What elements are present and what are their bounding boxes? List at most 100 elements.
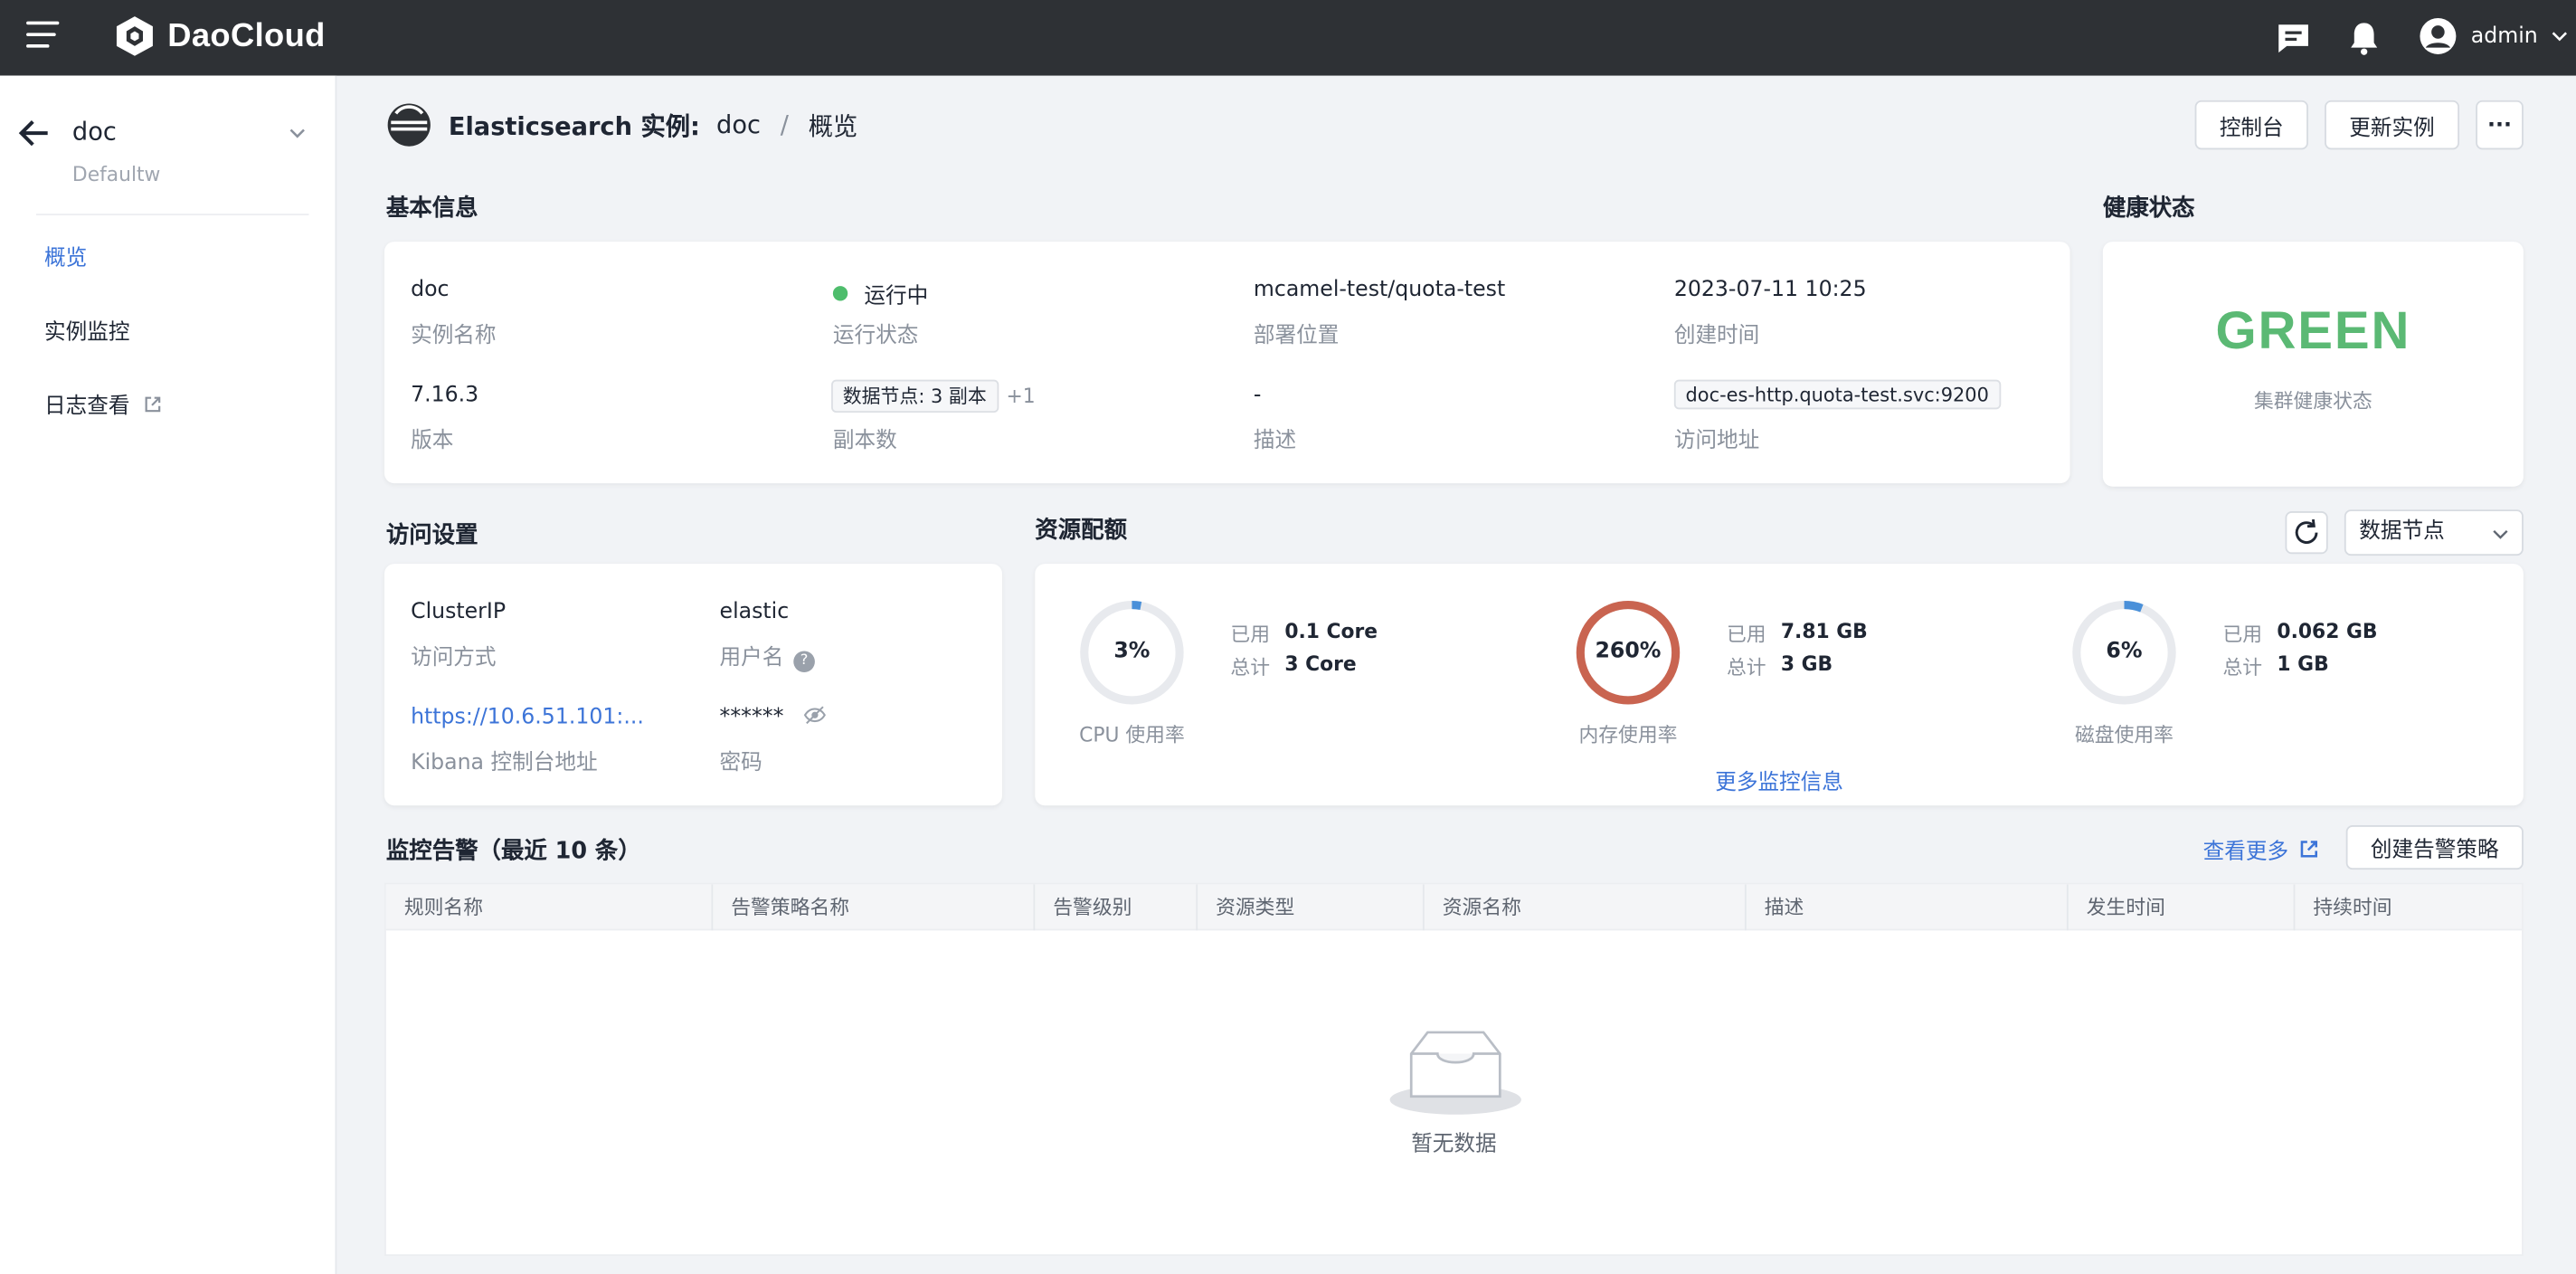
view-more-link[interactable]: 查看更多	[2203, 833, 2320, 865]
message-icon[interactable]	[2274, 18, 2314, 58]
breadcrumb-instance[interactable]: doc	[716, 110, 761, 140]
breadcrumb-separator: /	[780, 109, 789, 140]
alerts-table: 规则名称 告警策略名称 告警级别 资源类型 资源名称 描述 发生时间 持续时间 …	[384, 882, 2524, 1257]
health-label: 集群健康状态	[2253, 389, 2372, 414]
instance-name-value: doc	[411, 278, 450, 303]
external-link-icon	[2300, 841, 2318, 858]
node-type-select[interactable]: 数据节点	[2344, 509, 2524, 556]
column-header[interactable]: 告警级别	[1033, 884, 1196, 931]
refresh-icon	[2295, 518, 2318, 544]
external-link-icon	[145, 395, 161, 412]
column-header[interactable]: 告警策略名称	[711, 884, 1033, 931]
column-header[interactable]: 持续时间	[2293, 884, 2522, 931]
empty-state-text: 暂无数据	[1411, 1132, 1497, 1158]
disk-total-value: 1 GB	[2277, 652, 2329, 676]
elasticsearch-icon	[387, 103, 431, 147]
chevron-down-icon[interactable]	[288, 123, 308, 143]
sidebar-item-monitor[interactable]: 实例监控	[44, 314, 129, 345]
refresh-button[interactable]	[2285, 511, 2328, 555]
user-menu[interactable]: admin	[2419, 16, 2568, 56]
cpu-used-value: 0.1 Core	[1284, 619, 1378, 643]
disk-used-value: 0.062 GB	[2277, 619, 2378, 643]
access-method-label: 访问方式	[411, 645, 497, 671]
memory-total-value: 3 GB	[1780, 652, 1833, 676]
location-label: 部署位置	[1253, 323, 1340, 349]
kibana-link[interactable]: https://10.6.51.101:...	[411, 705, 644, 729]
breadcrumb-current: 概览	[808, 110, 858, 141]
username: admin	[2470, 24, 2538, 49]
menu-icon[interactable]	[26, 21, 60, 54]
created-value: 2023-07-11 10:25	[1673, 278, 1867, 303]
bell-icon[interactable]	[2344, 18, 2384, 58]
password-value: ******	[720, 705, 827, 730]
column-header[interactable]: 描述	[1744, 884, 2067, 931]
instance-name-label: 实例名称	[411, 323, 497, 349]
help-icon[interactable]: ?	[793, 651, 815, 673]
username-label: 用户名?	[720, 640, 815, 673]
cpu-label: CPU 使用率	[1079, 723, 1185, 746]
console-button[interactable]: 控制台	[2194, 100, 2308, 150]
status-dot	[832, 286, 848, 301]
access-card: ClusterIP 访问方式 elastic 用户名? https://10.6…	[384, 564, 1002, 806]
replica-more[interactable]: +1	[1007, 385, 1036, 407]
column-header[interactable]: 规则名称	[386, 884, 712, 930]
back-arrow-icon[interactable]	[16, 115, 52, 151]
disk-total-label: 总计	[2222, 655, 2263, 680]
memory-total-label: 总计	[1726, 655, 1766, 680]
replica-tag: 数据节点: 3 副本	[831, 379, 999, 414]
username-value: elastic	[719, 600, 790, 625]
memory-used-value: 7.81 GB	[1780, 619, 1868, 643]
memory-used-label: 已用	[1726, 623, 1766, 646]
version-value: 7.16.3	[411, 383, 479, 408]
health-title: 健康状态	[2102, 195, 2195, 223]
divider	[35, 214, 309, 215]
sidebar-item-overview[interactable]: 概览	[44, 240, 87, 271]
alerts-title: 监控告警（最近 10 条）	[385, 838, 641, 865]
more-actions-button[interactable]: ···	[2476, 100, 2524, 150]
replicas-label: 副本数	[832, 429, 897, 454]
description-value: -	[1253, 383, 1262, 408]
table-header: 规则名称 告警策略名称 告警级别 资源类型 资源名称 描述 发生时间 持续时间	[385, 884, 2523, 931]
chevron-down-icon	[2493, 529, 2508, 539]
create-alert-policy-button[interactable]: 创建告警策略	[2345, 825, 2524, 870]
basic-info-title: 基本信息	[385, 195, 478, 223]
access-method-value: ClusterIP	[411, 600, 507, 625]
daocloud-logo-icon	[116, 16, 153, 56]
brand-name: DaoCloud	[167, 17, 326, 54]
column-header[interactable]: 发生时间	[2066, 884, 2294, 931]
basic-info-card: doc 实例名称 运行中 运行状态 mcamel-test/quota-test…	[384, 242, 2070, 484]
address-value: doc-es-http.quota-test.svc:9200	[1673, 379, 2001, 410]
disk-label: 磁盘使用率	[2074, 723, 2174, 746]
location-value: mcamel-test/quota-test	[1253, 278, 1506, 303]
workspace-name: Defaultw	[71, 162, 161, 186]
cpu-total-label: 总计	[1230, 655, 1271, 680]
kibana-label: Kibana 控制台地址	[411, 751, 598, 776]
health-card: GREEN 集群健康状态	[2102, 242, 2524, 487]
sidebar: doc Defaultw 概览 实例监控 日志查看	[0, 75, 337, 1274]
top-navbar: DaoCloud admin	[0, 0, 2576, 76]
description-label: 描述	[1253, 429, 1297, 454]
column-header[interactable]: 资源类型	[1196, 884, 1423, 931]
cpu-used-label: 已用	[1230, 623, 1271, 646]
status-value: 运行中	[832, 278, 928, 309]
brand-logo[interactable]: DaoCloud	[112, 14, 326, 60]
resources-card: 3% CPU 使用率 已用 0.1 Core 总计 3 Core 260% 内存…	[1035, 564, 2524, 806]
update-instance-button[interactable]: 更新实例	[2325, 100, 2460, 150]
eye-off-icon[interactable]	[803, 705, 827, 725]
instance-switcher[interactable]: doc	[72, 117, 117, 147]
cpu-total-value: 3 Core	[1284, 652, 1357, 676]
created-label: 创建时间	[1673, 323, 1760, 349]
address-tag: doc-es-http.quota-test.svc:9200	[1673, 379, 2001, 410]
sidebar-item-logs[interactable]: 日志查看	[44, 388, 163, 419]
memory-percent: 260%	[1595, 639, 1662, 664]
product-name: Elasticsearch 实例:	[448, 110, 700, 141]
address-label: 访问地址	[1673, 429, 1760, 454]
more-monitoring-link[interactable]: 更多监控信息	[1035, 765, 2524, 795]
cpu-percent: 3%	[1113, 639, 1151, 664]
replicas-value: 数据节点: 3 副本 +1	[831, 379, 1036, 414]
column-header[interactable]: 资源名称	[1422, 884, 1745, 931]
user-avatar-icon	[2420, 17, 2457, 54]
status-label: 运行状态	[832, 323, 919, 349]
memory-label: 内存使用率	[1578, 723, 1678, 746]
chevron-down-icon	[2552, 32, 2567, 42]
